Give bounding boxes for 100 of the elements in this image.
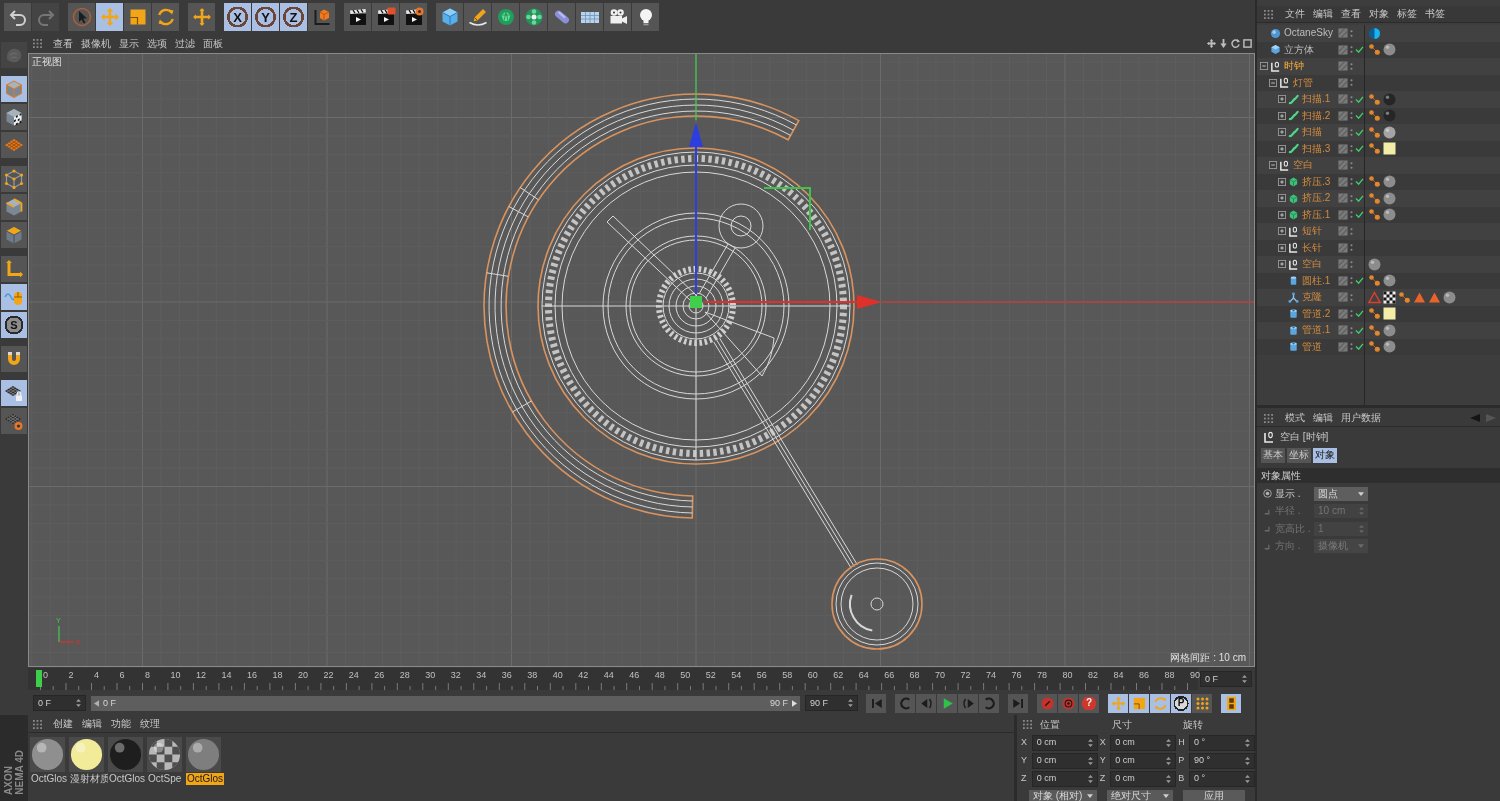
object-name[interactable]: 挤压.3 xyxy=(1302,176,1331,187)
grip-icon[interactable] xyxy=(1264,413,1273,423)
check-icon[interactable] xyxy=(1355,343,1364,351)
menu-item[interactable]: 纹理 xyxy=(140,719,160,729)
square-icon[interactable] xyxy=(1243,39,1252,48)
caret-icon[interactable] xyxy=(1163,794,1169,798)
key-circle-icon[interactable] xyxy=(1263,489,1272,499)
material-sphere-icon[interactable] xyxy=(1383,175,1396,189)
spinner-icon[interactable] xyxy=(1242,675,1247,683)
menu-item[interactable]: 创建 xyxy=(53,719,73,729)
object-name[interactable]: 灯管 xyxy=(1293,77,1313,88)
layer-box-icon[interactable] xyxy=(1338,77,1348,88)
collapse-toggle-icon[interactable] xyxy=(1269,78,1277,87)
visibility-dots-icon[interactable] xyxy=(1350,259,1353,269)
object-name[interactable]: 短针 xyxy=(1302,226,1322,237)
coordinate-field[interactable]: 0 cm xyxy=(1031,770,1098,787)
coordinate-field[interactable]: 0 cm xyxy=(1110,770,1177,787)
menu-item[interactable]: 过滤 xyxy=(175,38,195,49)
material-name[interactable]: OctGlos xyxy=(108,773,147,785)
next-frame-button[interactable] xyxy=(958,693,978,713)
object-row[interactable]: 克隆 xyxy=(1257,289,1500,306)
autokey-button[interactable] xyxy=(1058,693,1078,713)
check-icon[interactable] xyxy=(1355,326,1364,334)
collapse-toggle-icon[interactable] xyxy=(1260,62,1268,71)
object-name[interactable]: 管道.2 xyxy=(1302,308,1331,319)
spinner-icon[interactable] xyxy=(1245,756,1250,765)
layer-box-icon[interactable] xyxy=(1338,143,1348,154)
spinner-icon[interactable] xyxy=(1087,774,1093,783)
grip-icon[interactable] xyxy=(1264,9,1273,19)
menu-item[interactable]: 查看 xyxy=(1341,9,1361,19)
visibility-dots-icon[interactable] xyxy=(1350,309,1353,319)
menu-item[interactable]: 用户数据 xyxy=(1341,413,1381,423)
phong-dots-icon[interactable] xyxy=(1368,274,1381,288)
material-sphere-icon[interactable] xyxy=(1383,340,1396,354)
material-sphere-icon[interactable] xyxy=(1383,323,1396,337)
phong-dots-icon[interactable] xyxy=(1368,125,1381,139)
object-row[interactable]: 空白 xyxy=(1257,256,1500,273)
spinner-icon[interactable] xyxy=(848,699,853,707)
material-sphere-icon[interactable] xyxy=(1383,208,1396,222)
phong-dots-icon[interactable] xyxy=(1398,290,1411,304)
layer-box-icon[interactable] xyxy=(1338,226,1348,237)
check-icon[interactable] xyxy=(1355,194,1364,202)
object-row[interactable]: 管道.1 xyxy=(1257,322,1500,339)
checker-tag-icon[interactable] xyxy=(1383,290,1396,304)
coordinate-field[interactable]: 0 cm xyxy=(1031,752,1098,769)
grip-icon[interactable] xyxy=(33,719,42,729)
object-name[interactable]: 扫描.1 xyxy=(1302,94,1331,105)
check-icon[interactable] xyxy=(1355,211,1364,219)
layer-box-icon[interactable] xyxy=(1338,292,1348,303)
expand-toggle-icon[interactable] xyxy=(1278,210,1286,219)
current-frame-field[interactable]: 0 F xyxy=(1200,671,1252,687)
visibility-dots-icon[interactable] xyxy=(1350,292,1353,302)
render-view-button[interactable] xyxy=(344,3,371,31)
coordinate-field[interactable]: 0 ° xyxy=(1189,734,1255,751)
material-sphere-icon[interactable] xyxy=(30,737,65,772)
check-icon[interactable] xyxy=(1355,46,1364,54)
visibility-dots-icon[interactable] xyxy=(1350,144,1353,154)
object-row[interactable]: OctaneSky xyxy=(1257,25,1500,42)
layer-box-icon[interactable] xyxy=(1338,259,1348,270)
edges-mode-button[interactable] xyxy=(1,194,27,220)
visibility-dots-icon[interactable] xyxy=(1350,94,1353,104)
s-toggle-button[interactable]: S xyxy=(1,312,27,338)
object-name[interactable]: 时钟 xyxy=(1284,61,1304,72)
size-mode-dropdown[interactable]: 绝对尺寸 xyxy=(1107,789,1173,801)
playhead-marker[interactable] xyxy=(36,670,42,687)
phong-dots-icon[interactable] xyxy=(1368,191,1381,205)
visibility-dots-icon[interactable] xyxy=(1350,325,1353,335)
spinner-icon[interactable] xyxy=(1087,738,1093,747)
object-name[interactable]: 长针 xyxy=(1302,242,1322,253)
object-name[interactable]: 圆柱.1 xyxy=(1302,275,1331,286)
material-sphere-icon[interactable] xyxy=(186,737,221,772)
menu-item[interactable]: 书签 xyxy=(1425,9,1445,19)
material-sphere-icon[interactable] xyxy=(108,737,143,772)
coordinate-field[interactable]: 90 ° xyxy=(1189,752,1255,769)
rotate-tool-button[interactable] xyxy=(152,3,179,31)
menu-item[interactable]: 显示 xyxy=(119,38,139,49)
select-tool-button[interactable] xyxy=(68,3,95,31)
x-axis-arrow[interactable] xyxy=(704,295,1254,309)
object-name[interactable]: 立方体 xyxy=(1284,44,1314,55)
menu-item[interactable]: 选项 xyxy=(147,38,167,49)
grid-lock-button[interactable] xyxy=(1,380,27,406)
expand-toggle-icon[interactable] xyxy=(1278,177,1286,186)
timeline-ruler[interactable]: 0 2 4 6 8 10 12 14 16 18 20 22 24 26 28 30 32 34 36 38 40 42 44 46 48 50 52 54 56 58 60 62 64 66 68 70 72 74 76 78 80 82 84 86 88 90 xyxy=(28,668,1198,690)
menu-item[interactable]: 编辑 xyxy=(1313,9,1333,19)
coordinate-field[interactable]: 0 ° xyxy=(1189,770,1255,787)
end-frame-field[interactable]: 90 F xyxy=(805,695,858,711)
material-sphere-icon[interactable] xyxy=(1368,257,1381,271)
phong-dots-icon[interactable] xyxy=(1368,92,1381,106)
object-name[interactable]: 扫描.3 xyxy=(1302,143,1331,154)
left-arrow-icon[interactable] xyxy=(94,699,99,707)
layer-box-icon[interactable] xyxy=(1338,193,1348,204)
phong-dots-icon[interactable] xyxy=(1368,175,1381,189)
layer-box-icon[interactable] xyxy=(1338,209,1348,220)
phong-dots-icon[interactable] xyxy=(1368,43,1381,57)
check-icon[interactable] xyxy=(1355,95,1364,103)
pen-tool-button[interactable] xyxy=(464,3,491,31)
object-row[interactable]: 扫描 xyxy=(1257,124,1500,141)
object-row[interactable]: 短针 xyxy=(1257,223,1500,240)
spinner-icon[interactable] xyxy=(1166,774,1172,783)
expand-toggle-icon[interactable] xyxy=(1278,194,1286,203)
